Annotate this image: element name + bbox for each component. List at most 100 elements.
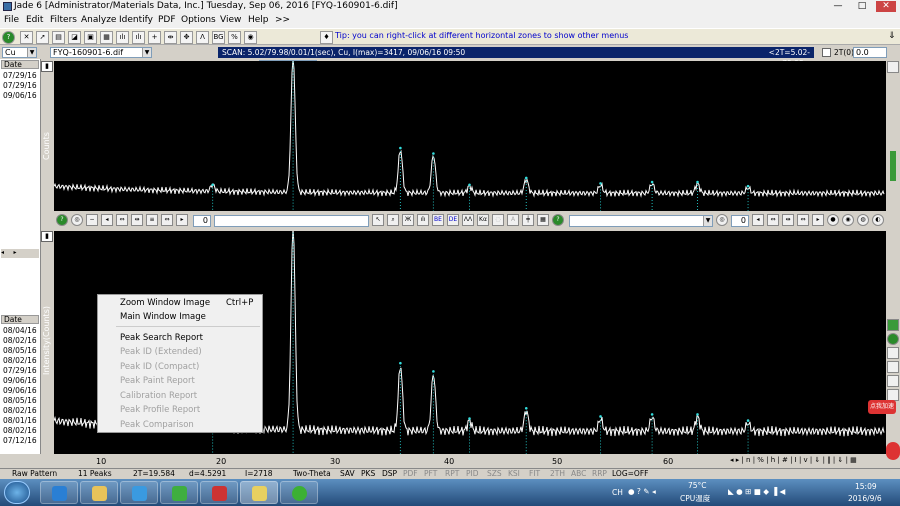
- peaks-icon-2[interactable]: ΛΛ: [462, 214, 474, 226]
- date-item[interactable]: 07/12/16: [3, 436, 37, 445]
- status-button[interactable]: KSI: [508, 469, 520, 479]
- status-button[interactable]: PKS: [361, 469, 375, 479]
- menu-more[interactable]: >>: [275, 15, 290, 25]
- date-item[interactable]: 09/06/16: [3, 386, 37, 395]
- tray-time[interactable]: 15:09: [855, 482, 877, 491]
- date-item[interactable]: 08/01/16: [3, 416, 37, 425]
- context-menu-item[interactable]: Calibration Report: [120, 391, 197, 401]
- date-item[interactable]: 08/02/16: [3, 356, 37, 365]
- open-icon[interactable]: ▤: [52, 31, 65, 44]
- context-menu-item[interactable]: Peak Search Report: [120, 333, 203, 343]
- bars-icon[interactable]: ılı: [116, 31, 129, 44]
- tray-icons[interactable]: ● ? ✎ ◂: [628, 487, 656, 496]
- menu-help[interactable]: Help: [248, 15, 269, 25]
- prev-icon-2[interactable]: ◂: [752, 214, 764, 226]
- shrink-icon-2[interactable]: ⇔: [767, 214, 779, 226]
- date-item[interactable]: 08/05/16: [3, 396, 37, 405]
- menu-filters[interactable]: Filters: [50, 15, 77, 25]
- expand-icon[interactable]: ⇔: [161, 214, 173, 226]
- bars-icon-2[interactable]: ılı: [417, 214, 429, 226]
- next-icon[interactable]: ▸: [176, 214, 188, 226]
- status-log[interactable]: LOG=OFF: [612, 469, 648, 479]
- split-icon-3[interactable]: ⇹: [782, 214, 794, 226]
- date-item[interactable]: 08/02/16: [3, 336, 37, 345]
- kab-icon[interactable]: Kα: [477, 214, 489, 226]
- date-item[interactable]: 07/29/16: [3, 71, 37, 80]
- menu-analyze[interactable]: Analyze: [81, 15, 116, 25]
- menu-edit[interactable]: Edit: [26, 15, 43, 25]
- align-icon[interactable]: ≡: [146, 214, 158, 226]
- date-item[interactable]: 08/04/16: [3, 326, 37, 335]
- element-select[interactable]: Cu ▼: [2, 47, 37, 58]
- stop-icon[interactable]: ◐: [872, 214, 884, 226]
- prev-icon[interactable]: ◂: [101, 214, 113, 226]
- pattern-icon[interactable]: ◪: [68, 31, 81, 44]
- date-item[interactable]: 08/02/16: [3, 426, 37, 435]
- disk-icon[interactable]: ◍: [857, 214, 869, 226]
- date-item[interactable]: 09/06/16: [3, 91, 37, 100]
- axis-controls[interactable]: ◂ ▸ | n | % | h | # | I | v | ⇓ | ‖ | ⇓ …: [730, 456, 886, 467]
- move-icon[interactable]: ✥: [180, 31, 193, 44]
- scroll-arrows[interactable]: ◂ ▸: [1, 249, 39, 258]
- mid-value-2[interactable]: 0: [731, 215, 749, 227]
- date-header-2[interactable]: Date: [1, 315, 39, 324]
- menu-pdf[interactable]: PDF: [158, 15, 176, 25]
- date-item[interactable]: 09/06/16: [3, 376, 37, 385]
- menu-view[interactable]: View: [220, 15, 241, 25]
- help-icon-4[interactable]: [887, 333, 899, 345]
- twotheta-input[interactable]: 0.0: [853, 47, 887, 58]
- context-menu-item[interactable]: Peak Paint Report: [120, 376, 195, 386]
- ab-icon[interactable]: A: [507, 214, 519, 226]
- app-3[interactable]: [120, 481, 158, 504]
- status-button[interactable]: PFT: [424, 469, 437, 479]
- status-button[interactable]: PDF: [403, 469, 418, 479]
- app-4[interactable]: [160, 481, 198, 504]
- start-button[interactable]: [4, 481, 30, 504]
- context-menu-item[interactable]: Main Window Image: [120, 312, 206, 322]
- twotheta-checkbox[interactable]: [822, 48, 831, 57]
- context-menu-item[interactable]: Peak Profile Report: [120, 405, 200, 415]
- lower-toggle-icon[interactable]: ▮: [41, 231, 53, 242]
- close-button[interactable]: ✕: [876, 1, 896, 12]
- tray-lang[interactable]: CH: [612, 488, 623, 497]
- upper-toggle-icon[interactable]: ▮: [41, 61, 53, 72]
- split-icon[interactable]: ⇹: [164, 31, 177, 44]
- mid-input[interactable]: [214, 215, 369, 227]
- expand-right-icon[interactable]: [887, 61, 899, 73]
- date-item[interactable]: 07/29/16: [3, 81, 37, 90]
- peak-mark-icon[interactable]: Ж: [402, 214, 414, 226]
- tray-date[interactable]: 2016/9/6: [848, 494, 882, 503]
- date-item[interactable]: 07/29/16: [3, 366, 37, 375]
- menu-identify[interactable]: Identify: [119, 15, 153, 25]
- status-button[interactable]: RRP: [592, 469, 607, 479]
- zoom-icon[interactable]: %: [228, 31, 241, 44]
- ie-app[interactable]: [40, 481, 78, 504]
- app-5[interactable]: [200, 481, 238, 504]
- jade-app[interactable]: [240, 481, 278, 504]
- maximize-button[interactable]: □: [852, 1, 872, 12]
- status-button[interactable]: RPT: [445, 469, 459, 479]
- be-icon[interactable]: BE: [432, 214, 444, 226]
- bg-icon[interactable]: BG: [212, 31, 225, 44]
- date-item[interactable]: 08/05/16: [3, 346, 37, 355]
- globe-icon[interactable]: ◉: [244, 31, 257, 44]
- file-select[interactable]: FYQ-160901-6.dif ▼: [50, 47, 152, 58]
- right-icon-4[interactable]: [887, 361, 899, 373]
- peaks-icon[interactable]: ılı: [132, 31, 145, 44]
- mid-select[interactable]: ▼: [569, 215, 713, 227]
- date-item[interactable]: 08/02/16: [3, 406, 37, 415]
- settings-icon[interactable]: ◉: [842, 214, 854, 226]
- context-menu-item[interactable]: Peak Comparison: [120, 420, 194, 430]
- date-header[interactable]: Date: [1, 60, 39, 69]
- green-icon-1[interactable]: [887, 319, 899, 331]
- flame-icon[interactable]: ♦: [320, 31, 333, 44]
- explorer-app[interactable]: [80, 481, 118, 504]
- pin-icon[interactable]: ⇓: [888, 31, 896, 41]
- zoom-cursor-icon[interactable]: ↖: [372, 214, 384, 226]
- status-button[interactable]: SZS: [487, 469, 502, 479]
- status-button[interactable]: ABC: [571, 469, 586, 479]
- status-button[interactable]: SAV: [340, 469, 355, 479]
- cursor-icon[interactable]: ✕: [20, 31, 33, 44]
- grid-icon[interactable]: ▦: [537, 214, 549, 226]
- menu-file[interactable]: File: [4, 15, 19, 25]
